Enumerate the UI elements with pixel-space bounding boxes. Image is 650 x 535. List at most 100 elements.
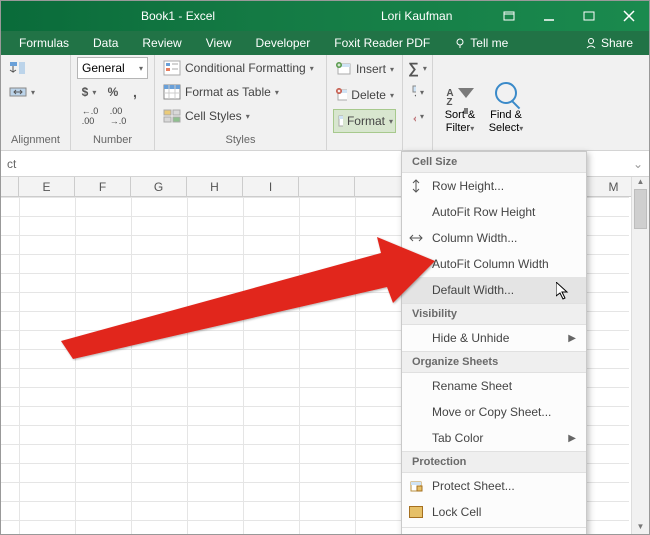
menu-section-organize: Organize Sheets [402,351,586,373]
wrap-text-button[interactable] [7,57,64,79]
menu-rename-sheet[interactable]: Rename Sheet [402,373,586,399]
tab-developer[interactable]: Developer [244,31,323,55]
row-height-icon [408,178,424,194]
col-header[interactable]: E [19,177,75,196]
group-number: General ▾ $▾ % , ←.0.00 .00→.0 Number [71,55,155,150]
insert-icon [335,61,352,77]
titlebar: Book1 - Excel Lori Kaufman [1,1,649,31]
menu-autofit-col[interactable]: AutoFit Column Width [402,251,586,277]
comma-button[interactable]: , [125,81,145,103]
group-editing-small: ∑▾ ▾ ▾ [403,55,433,150]
scroll-down-icon[interactable]: ▼ [632,522,649,534]
dollar-icon: $ [82,85,89,99]
tab-data[interactable]: Data [81,31,130,55]
close-icon[interactable] [609,1,649,31]
formula-expand-icon[interactable]: ⌄ [627,157,649,171]
format-as-table-button[interactable]: Format as Table▾ [161,81,320,103]
wrap-icon [9,60,27,76]
col-header[interactable]: H [187,177,243,196]
excel-window: Book1 - Excel Lori Kaufman Formulas Data… [0,0,650,535]
format-dropdown-menu: Cell Size Row Height... AutoFit Row Heig… [401,151,587,535]
vertical-scrollbar[interactable]: ▲ ▼ [631,177,649,534]
format-button[interactable]: Format▾ [333,109,396,133]
tab-view[interactable]: View [194,31,244,55]
lock-icon [408,504,424,520]
merge-center-button[interactable]: ▾ [7,81,64,103]
currency-button[interactable]: $▾ [77,81,101,103]
menu-move-copy[interactable]: Move or Copy Sheet... [402,399,586,425]
group-editing-big: AZ Sort & Filter▾ Find & Select▾ [433,55,649,150]
menu-section-protection: Protection [402,451,586,473]
menu-section-cellsize: Cell Size [402,152,586,173]
col-header[interactable]: I [243,177,299,196]
menu-row-height[interactable]: Row Height... [402,173,586,199]
menu-default-width[interactable]: Default Width... [402,277,586,303]
delete-button[interactable]: Delete▾ [333,83,396,107]
sort-filter-button[interactable]: AZ Sort & Filter▾ [437,59,483,150]
autosum-button[interactable]: ∑▾ [409,57,426,79]
tab-review[interactable]: Review [130,31,193,55]
decrease-decimal-button[interactable]: .00→.0 [105,105,131,127]
sigma-icon: ∑ [408,60,419,77]
menu-autofit-row[interactable]: AutoFit Row Height [402,199,586,225]
col-header[interactable] [299,177,355,196]
tab-foxit[interactable]: Foxit Reader PDF [322,31,442,55]
number-format-combo[interactable]: General ▾ [77,57,148,79]
person-icon [585,37,597,49]
ribbon-display-icon[interactable] [489,1,529,31]
increase-decimal-button[interactable]: ←.0.00 [77,105,103,127]
tell-me[interactable]: Tell me [442,31,520,55]
cell-styles-button[interactable]: Cell Styles▾ [161,105,320,127]
delete-icon [335,87,347,103]
sort-icon: AZ [446,88,453,99]
format-icon [336,113,343,129]
scroll-up-icon[interactable]: ▲ [632,177,649,189]
clear-button[interactable]: ▾ [409,105,426,127]
cell-styles-icon [163,108,181,124]
insert-button[interactable]: Insert▾ [333,57,396,81]
submenu-arrow-icon: ▶ [568,433,576,444]
protect-icon [408,478,424,494]
bulb-icon [454,37,466,49]
col-width-icon [408,230,424,246]
col-header[interactable]: F [75,177,131,196]
find-select-button[interactable]: Find & Select▾ [483,59,529,150]
minimize-icon[interactable] [529,1,569,31]
tab-formulas[interactable]: Formulas [7,31,81,55]
maximize-icon[interactable] [569,1,609,31]
dec-decimal-icon: .00→.0 [110,106,127,126]
percent-button[interactable]: % [103,81,123,103]
menu-format-cells[interactable]: Format Cells... [402,530,586,535]
inc-decimal-icon: ←.0.00 [82,106,99,126]
conditional-formatting-button[interactable]: Conditional Formatting▾ [161,57,320,79]
table-icon [163,84,181,100]
ribbon-tabs: Formulas Data Review View Developer Foxi… [1,31,649,55]
group-alignment: ▾ Alignment [1,55,71,150]
col-header[interactable]: G [131,177,187,196]
menu-hide-unhide[interactable]: Hide & Unhide▶ [402,325,586,351]
submenu-arrow-icon: ▶ [568,333,576,344]
fill-down-icon [411,85,416,99]
menu-section-visibility: Visibility [402,303,586,325]
menu-protect-sheet[interactable]: Protect Sheet... [402,473,586,499]
share-button[interactable]: Share [575,36,643,50]
fill-button[interactable]: ▾ [409,81,426,103]
group-cells: Insert▾ Delete▾ Format▾ [327,55,403,150]
eraser-icon [411,109,416,123]
user-name: Lori Kaufman [381,9,452,23]
ribbon: ▾ Alignment General ▾ $▾ % , ←.0.00 .00→… [1,55,649,151]
chevron-down-icon: ▾ [31,88,35,97]
window-title: Book1 - Excel [141,9,215,23]
percent-icon: % [108,85,119,99]
menu-column-width[interactable]: Column Width... [402,225,586,251]
chevron-down-icon: ▾ [139,64,143,73]
merge-icon [9,84,27,100]
group-styles: Conditional Formatting▾ Format as Table▾… [155,55,327,150]
funnel-icon [458,88,474,98]
comma-icon: , [133,84,137,100]
menu-tab-color[interactable]: Tab Color▶ [402,425,586,451]
search-icon [495,82,517,104]
cond-format-icon [163,60,181,76]
scrollbar-thumb[interactable] [634,189,647,229]
menu-lock-cell[interactable]: Lock Cell [402,499,586,525]
